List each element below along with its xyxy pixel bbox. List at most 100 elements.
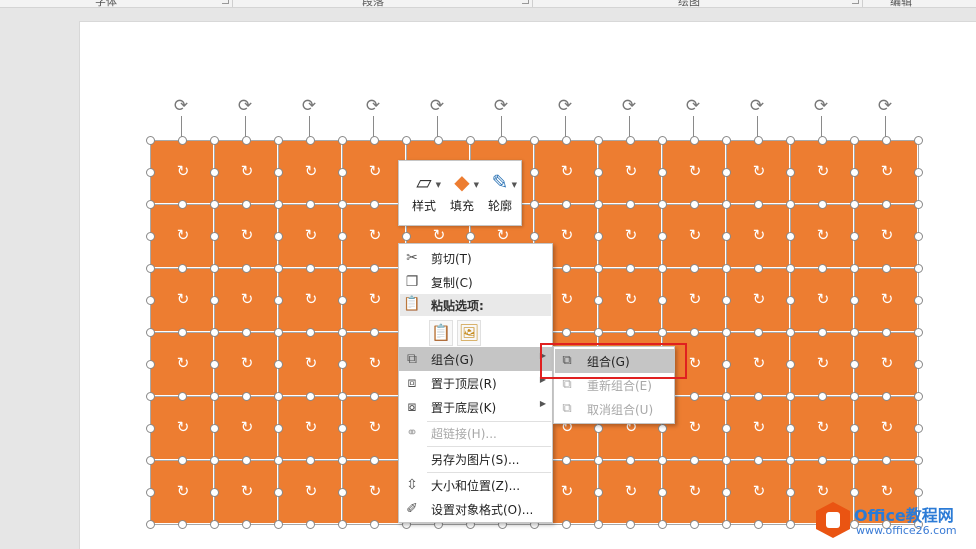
menu-item-hyperlink[interactable]: ⚭ 超链接(H)... <box>399 421 552 445</box>
resize-handle[interactable] <box>210 136 219 145</box>
resize-handle[interactable] <box>914 424 923 433</box>
resize-handle[interactable] <box>306 200 315 209</box>
resize-handle[interactable] <box>274 296 283 305</box>
resize-handle[interactable] <box>242 392 251 401</box>
resize-handle[interactable] <box>402 232 411 241</box>
rotate-handle-icon[interactable]: ↻ <box>752 356 766 371</box>
resize-handle[interactable] <box>146 488 155 497</box>
rotate-handle-icon[interactable]: ↻ <box>304 164 318 179</box>
resize-handle[interactable] <box>146 424 155 433</box>
resize-handle[interactable] <box>242 520 251 529</box>
resize-handle[interactable] <box>818 136 827 145</box>
rotate-handle-icon[interactable]: ↻ <box>688 292 702 307</box>
resize-handle[interactable] <box>146 136 155 145</box>
resize-handle[interactable] <box>306 264 315 273</box>
resize-handle[interactable] <box>690 520 699 529</box>
resize-handle[interactable] <box>306 328 315 337</box>
rotate-handle-icon[interactable]: ↻ <box>368 420 382 435</box>
resize-handle[interactable] <box>210 392 219 401</box>
rotate-handle-icon[interactable]: ⟳ <box>748 97 766 115</box>
resize-handle[interactable] <box>562 264 571 273</box>
resize-handle[interactable] <box>914 360 923 369</box>
rotate-handle-icon[interactable]: ↻ <box>688 228 702 243</box>
resize-handle[interactable] <box>914 200 923 209</box>
ribbon-group-editing[interactable]: 编辑 <box>890 0 912 7</box>
rotate-handle-icon[interactable]: ↻ <box>880 164 894 179</box>
resize-handle[interactable] <box>722 488 731 497</box>
rotate-handle-icon[interactable]: ↻ <box>752 228 766 243</box>
resize-handle[interactable] <box>882 200 891 209</box>
resize-handle[interactable] <box>242 200 251 209</box>
resize-handle[interactable] <box>370 200 379 209</box>
resize-handle[interactable] <box>562 328 571 337</box>
resize-handle[interactable] <box>562 520 571 529</box>
resize-handle[interactable] <box>434 136 443 145</box>
resize-handle[interactable] <box>210 488 219 497</box>
resize-handle[interactable] <box>178 200 187 209</box>
resize-handle[interactable] <box>658 232 667 241</box>
resize-handle[interactable] <box>722 328 731 337</box>
resize-handle[interactable] <box>658 264 667 273</box>
resize-handle[interactable] <box>754 392 763 401</box>
resize-handle[interactable] <box>914 456 923 465</box>
resize-handle[interactable] <box>914 488 923 497</box>
resize-handle[interactable] <box>786 232 795 241</box>
menu-item-copy[interactable]: ❐ 复制(C) <box>399 270 552 294</box>
resize-handle[interactable] <box>338 424 347 433</box>
resize-handle[interactable] <box>882 136 891 145</box>
resize-handle[interactable] <box>338 296 347 305</box>
resize-handle[interactable] <box>338 328 347 337</box>
resize-handle[interactable] <box>786 168 795 177</box>
resize-handle[interactable] <box>850 136 859 145</box>
resize-handle[interactable] <box>274 136 283 145</box>
resize-handle[interactable] <box>274 328 283 337</box>
rotate-handle-icon[interactable]: ↻ <box>368 164 382 179</box>
resize-handle[interactable] <box>850 456 859 465</box>
resize-handle[interactable] <box>690 392 699 401</box>
resize-handle[interactable] <box>722 168 731 177</box>
resize-handle[interactable] <box>914 168 923 177</box>
menu-item-cut[interactable]: ✂ 剪切(T) <box>399 246 552 270</box>
resize-handle[interactable] <box>370 136 379 145</box>
resize-handle[interactable] <box>914 264 923 273</box>
rotate-handle-icon[interactable]: ⟳ <box>684 97 702 115</box>
resize-handle[interactable] <box>722 232 731 241</box>
resize-handle[interactable] <box>818 456 827 465</box>
resize-handle[interactable] <box>754 456 763 465</box>
resize-handle[interactable] <box>658 136 667 145</box>
resize-handle[interactable] <box>914 392 923 401</box>
resize-handle[interactable] <box>466 232 475 241</box>
resize-handle[interactable] <box>338 168 347 177</box>
resize-handle[interactable] <box>338 136 347 145</box>
rotate-handle-icon[interactable]: ↻ <box>240 292 254 307</box>
paragraph-dialog-launcher-icon[interactable] <box>522 0 529 4</box>
resize-handle[interactable] <box>626 200 635 209</box>
resize-handle[interactable] <box>562 136 571 145</box>
rotate-handle-icon[interactable]: ↻ <box>176 356 190 371</box>
resize-handle[interactable] <box>786 200 795 209</box>
resize-handle[interactable] <box>690 200 699 209</box>
resize-handle[interactable] <box>210 200 219 209</box>
rotate-handle-icon[interactable]: ↻ <box>880 292 894 307</box>
resize-handle[interactable] <box>146 360 155 369</box>
resize-handle[interactable] <box>850 232 859 241</box>
resize-handle[interactable] <box>210 456 219 465</box>
rotate-handle-icon[interactable]: ↻ <box>304 420 318 435</box>
rotate-handle-icon[interactable]: ↻ <box>752 484 766 499</box>
rotate-handle-icon[interactable]: ⟳ <box>172 97 190 115</box>
rotate-handle-icon[interactable]: ↻ <box>880 420 894 435</box>
resize-handle[interactable] <box>242 136 251 145</box>
resize-handle[interactable] <box>690 264 699 273</box>
resize-handle[interactable] <box>786 488 795 497</box>
resize-handle[interactable] <box>594 296 603 305</box>
resize-handle[interactable] <box>338 200 347 209</box>
rotate-handle-icon[interactable]: ↻ <box>304 228 318 243</box>
resize-handle[interactable] <box>658 456 667 465</box>
resize-handle[interactable] <box>658 168 667 177</box>
submenu-item-ungroup[interactable]: ⧉ 取消组合(U) <box>555 397 675 421</box>
resize-handle[interactable] <box>594 488 603 497</box>
rotate-handle-icon[interactable]: ↻ <box>688 356 702 371</box>
resize-handle[interactable] <box>274 360 283 369</box>
resize-handle[interactable] <box>594 520 603 529</box>
rotate-handle-icon[interactable]: ↻ <box>496 228 510 243</box>
